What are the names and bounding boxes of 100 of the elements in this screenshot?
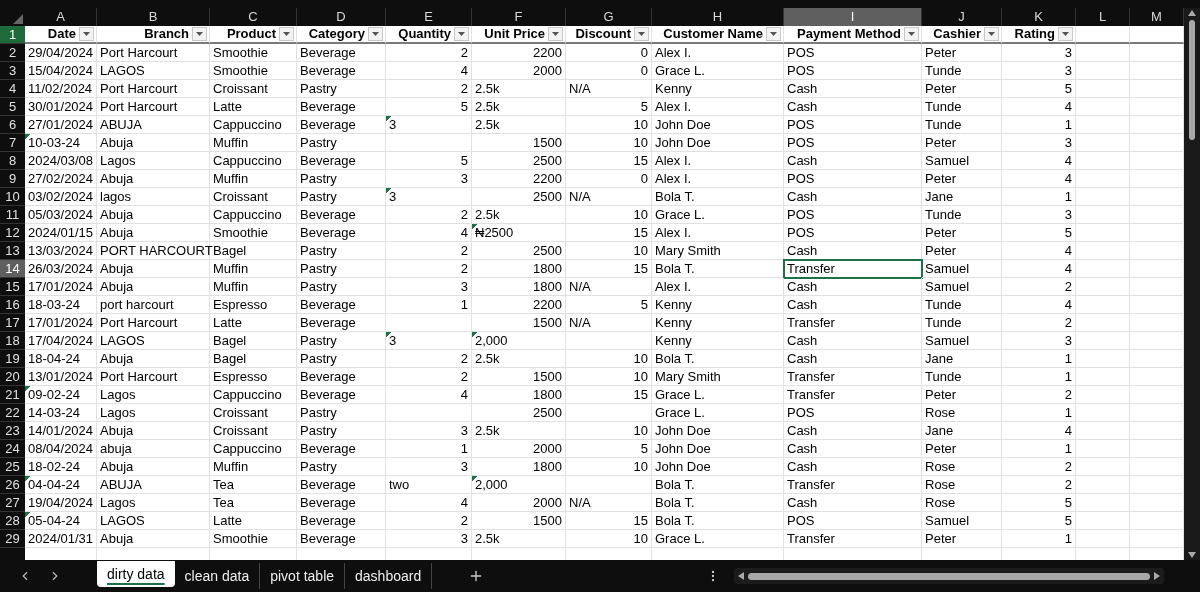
filter-dropdown-button[interactable] — [634, 27, 649, 41]
table-cell[interactable]: 2 — [386, 206, 472, 224]
empty-cell[interactable] — [1076, 26, 1130, 44]
table-cell[interactable]: 5 — [386, 98, 472, 116]
table-cell[interactable]: Port Harcourt — [97, 98, 210, 116]
table-cell[interactable]: 5 — [566, 98, 652, 116]
row-number[interactable]: 13 — [0, 242, 25, 260]
table-cell[interactable]: Pastry — [297, 170, 386, 188]
table-cell[interactable]: Tunde — [922, 98, 1002, 116]
table-cell[interactable]: 1 — [386, 296, 472, 314]
table-cell[interactable]: 2000 — [472, 62, 566, 80]
table-cell[interactable]: POS — [784, 62, 922, 80]
table-cell[interactable]: 13/01/2024 — [25, 368, 97, 386]
table-cell[interactable]: Bola T. — [652, 512, 784, 530]
table-cell[interactable]: POS — [784, 116, 922, 134]
table-cell[interactable]: 2200 — [472, 44, 566, 62]
table-cell[interactable]: 10 — [566, 350, 652, 368]
filter-dropdown-button[interactable] — [454, 27, 469, 41]
table-cell[interactable]: two — [386, 476, 472, 494]
row-number[interactable]: 19 — [0, 350, 25, 368]
table-cell[interactable]: Tunde — [922, 314, 1002, 332]
sheet-tab[interactable]: dirty data — [97, 561, 175, 587]
table-cell[interactable]: 2 — [386, 44, 472, 62]
table-cell[interactable]: 27/02/2024 — [25, 170, 97, 188]
table-cell[interactable]: 3 — [386, 458, 472, 476]
table-cell[interactable]: 17/01/2024 — [25, 314, 97, 332]
table-cell[interactable]: Muffin — [210, 260, 297, 278]
table-cell[interactable]: 3 — [1002, 134, 1076, 152]
table-cell[interactable]: 05/03/2024 — [25, 206, 97, 224]
table-cell[interactable]: Tunde — [922, 368, 1002, 386]
table-cell[interactable]: Transfer — [784, 476, 922, 494]
table-cell[interactable]: 4 — [386, 386, 472, 404]
table-cell[interactable]: 2 — [386, 368, 472, 386]
table-cell[interactable]: Pastry — [297, 350, 386, 368]
table-cell[interactable]: 5 — [1002, 80, 1076, 98]
table-cell[interactable]: 5 — [566, 440, 652, 458]
empty-cell[interactable] — [1076, 242, 1130, 260]
table-cell[interactable]: Alex I. — [652, 44, 784, 62]
empty-cell[interactable] — [1076, 458, 1130, 476]
table-cell[interactable]: Grace L. — [652, 404, 784, 422]
table-cell[interactable]: 3 — [386, 530, 472, 548]
table-cell[interactable]: Jane — [922, 422, 1002, 440]
empty-cell[interactable] — [1076, 314, 1130, 332]
table-cell[interactable]: 5 — [566, 296, 652, 314]
table-cell[interactable]: 1500 — [472, 512, 566, 530]
table-cell[interactable]: 3 — [386, 170, 472, 188]
table-cell[interactable]: Rose — [922, 404, 1002, 422]
empty-cell[interactable] — [566, 404, 652, 422]
table-cell[interactable]: 2 — [1002, 476, 1076, 494]
table-cell[interactable]: 1 — [1002, 368, 1076, 386]
table-cell[interactable]: Latte — [210, 512, 297, 530]
table-cell[interactable]: N/A — [566, 278, 652, 296]
table-cell[interactable]: 2 — [386, 512, 472, 530]
table-cell[interactable]: 2 — [386, 350, 472, 368]
table-cell[interactable]: 2 — [386, 80, 472, 98]
table-cell[interactable]: Pastry — [297, 242, 386, 260]
empty-cell[interactable] — [1076, 476, 1130, 494]
filter-dropdown-button[interactable] — [1058, 27, 1073, 41]
table-cell[interactable]: Peter — [922, 224, 1002, 242]
table-cell[interactable]: John Doe — [652, 116, 784, 134]
table-cell[interactable]: Cappuccino — [210, 440, 297, 458]
table-cell[interactable]: 0 — [566, 62, 652, 80]
table-cell[interactable]: 1 — [1002, 404, 1076, 422]
row-number[interactable]: 1 — [0, 26, 25, 44]
filter-dropdown-button[interactable] — [548, 27, 563, 41]
table-cell[interactable]: POS — [784, 44, 922, 62]
table-cell[interactable]: Cappuccino — [210, 386, 297, 404]
row-number[interactable]: 14 — [0, 260, 25, 278]
table-cell[interactable]: 29/04/2024 — [25, 44, 97, 62]
table-cell[interactable]: Tunde — [922, 62, 1002, 80]
table-cell[interactable]: Cash — [784, 332, 922, 350]
row-number[interactable]: 7 — [0, 134, 25, 152]
sheet-tab[interactable]: clean data — [174, 563, 261, 589]
empty-cell[interactable] — [1076, 206, 1130, 224]
table-cell[interactable]: Abuja — [97, 206, 210, 224]
table-cell[interactable]: POS — [784, 512, 922, 530]
table-cell[interactable]: 19/04/2024 — [25, 494, 97, 512]
sheet-tab[interactable]: dashboard — [345, 563, 433, 589]
empty-cell[interactable] — [1076, 350, 1130, 368]
table-cell[interactable]: Beverage — [297, 530, 386, 548]
row-number[interactable]: 24 — [0, 440, 25, 458]
row-number[interactable]: 4 — [0, 80, 25, 98]
empty-cell[interactable] — [1076, 44, 1130, 62]
empty-cell[interactable] — [1076, 188, 1130, 206]
table-cell[interactable]: 2,000 — [472, 476, 566, 494]
table-cell[interactable]: LAGOS — [97, 62, 210, 80]
table-cell[interactable]: Tunde — [922, 116, 1002, 134]
table-cell[interactable]: 4 — [1002, 296, 1076, 314]
empty-cell[interactable] — [1076, 80, 1130, 98]
row-number[interactable]: 20 — [0, 368, 25, 386]
table-cell[interactable]: Tunde — [922, 296, 1002, 314]
table-cell[interactable]: 4 — [1002, 422, 1076, 440]
row-number[interactable]: 10 — [0, 188, 25, 206]
table-cell[interactable]: POS — [784, 206, 922, 224]
table-cell[interactable]: 3 — [386, 188, 472, 206]
row-number[interactable]: 6 — [0, 116, 25, 134]
table-cell[interactable]: 08/04/2024 — [25, 440, 97, 458]
table-cell[interactable]: Transfer — [784, 260, 922, 278]
table-cell[interactable]: 5 — [1002, 512, 1076, 530]
table-cell[interactable]: Cash — [784, 80, 922, 98]
